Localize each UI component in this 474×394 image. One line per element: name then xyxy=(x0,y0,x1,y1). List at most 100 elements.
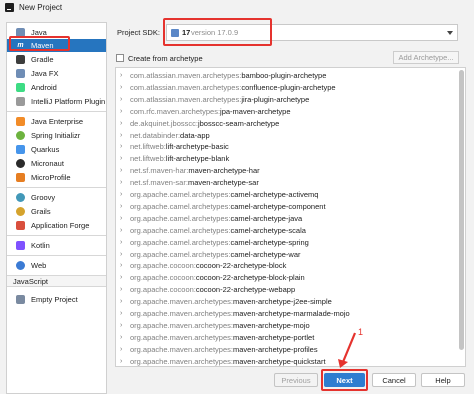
previous-button[interactable]: Previous xyxy=(274,373,318,387)
chevron-right-icon[interactable]: › xyxy=(120,70,122,82)
chevron-right-icon[interactable]: › xyxy=(120,308,122,320)
chevron-right-icon[interactable]: › xyxy=(120,249,122,261)
archetype-artifact: bamboo-plugin-archetype xyxy=(241,71,327,80)
cancel-button[interactable]: Cancel xyxy=(372,373,416,387)
sidebar-item-micronaut[interactable]: Micronaut xyxy=(7,157,106,170)
archetype-row[interactable]: › org.apache.cocoon:cocoon-22-archetype-b… xyxy=(116,272,456,284)
chevron-right-icon[interactable]: › xyxy=(120,284,122,296)
sidebar-section-javascript: JavaScript xyxy=(7,275,106,287)
archetype-artifact: cocoon-22-archetype-webapp xyxy=(195,285,296,295)
sidebar-item-empty-project[interactable]: Empty Project xyxy=(7,293,106,306)
archetype-row[interactable]: › org.apache.camel.archetypes:camel-arche… xyxy=(116,237,456,249)
archetype-row[interactable]: › net.liftweb:lift-archetype-blank xyxy=(116,153,456,165)
window-title: New Project xyxy=(19,3,63,12)
chevron-right-icon[interactable]: › xyxy=(120,260,122,272)
archetype-group: net.sf.maven-har: xyxy=(130,166,189,176)
archetype-row[interactable]: › org.apache.maven.archetypes:maven-arche… xyxy=(116,344,456,356)
archetype-list[interactable]: › com.atlassian.maven.archetypes:bamboo-p… xyxy=(115,67,466,367)
sidebar-item-kotlin[interactable]: Kotlin xyxy=(7,239,106,252)
chevron-right-icon[interactable]: › xyxy=(120,344,122,356)
chevron-right-icon[interactable]: › xyxy=(120,118,122,130)
chevron-down-icon[interactable] xyxy=(447,31,453,35)
archetype-row[interactable]: › org.apache.maven.archetypes:maven-arche… xyxy=(116,296,456,308)
sidebar-item-label: Android xyxy=(31,83,57,92)
chevron-right-icon[interactable]: › xyxy=(120,201,122,213)
archetype-group: net.databinder: xyxy=(130,130,181,140)
chevron-right-icon[interactable]: › xyxy=(120,153,122,165)
archetype-row[interactable]: › org.apache.camel.archetypes:camel-arche… xyxy=(116,213,456,225)
create-from-archetype-label[interactable]: Create from archetype xyxy=(128,54,203,63)
archetype-group: com.atlassian.maven.archetypes: xyxy=(130,71,242,80)
archetype-row[interactable]: › net.liftweb:lift-archetype-basic xyxy=(116,141,456,153)
chevron-right-icon[interactable]: › xyxy=(120,94,122,106)
chevron-right-icon[interactable]: › xyxy=(120,225,122,237)
chevron-right-icon[interactable]: › xyxy=(120,165,122,177)
archetype-artifact: data-app xyxy=(180,130,210,140)
archetype-row[interactable]: › net.sf.maven-har:maven-archetype-har xyxy=(116,165,456,177)
chevron-right-icon[interactable]: › xyxy=(120,237,122,249)
sidebar-item-application-forge[interactable]: Application Forge xyxy=(7,219,106,232)
archetype-row[interactable]: › org.apache.maven.archetypes:maven-arche… xyxy=(116,356,456,366)
chevron-right-icon[interactable]: › xyxy=(120,177,122,189)
archetype-row[interactable]: › org.apache.cocoon:cocoon-22-archetype-b… xyxy=(116,260,456,272)
archetype-row[interactable]: › com.atlassian.maven.archetypes:jira-plu… xyxy=(116,94,456,106)
sidebar-item-web[interactable]: Web xyxy=(7,259,106,272)
archetype-group: org.apache.maven.archetypes: xyxy=(130,344,233,354)
archetype-row[interactable]: › org.apache.maven.archetypes:maven-arche… xyxy=(116,320,456,332)
archetype-group: org.apache.camel.archetypes: xyxy=(130,201,231,211)
chevron-right-icon[interactable]: › xyxy=(120,141,122,153)
archetype-artifact: maven-archetype-marmalade-mojo xyxy=(232,309,350,318)
help-button[interactable]: Help xyxy=(421,373,465,387)
archetype-row[interactable]: › org.apache.maven.archetypes:maven-arche… xyxy=(116,308,456,320)
chevron-right-icon[interactable]: › xyxy=(120,82,122,94)
chevron-right-icon[interactable]: › xyxy=(120,272,122,284)
archetype-row[interactable]: › org.apache.cocoon:cocoon-22-archetype-w… xyxy=(116,284,456,296)
chevron-right-icon[interactable]: › xyxy=(120,356,122,366)
archetype-group: com.rfc.maven.archetypes: xyxy=(130,106,221,116)
archetype-row[interactable]: › net.sf.maven-sar:maven-archetype-sar xyxy=(116,177,456,189)
add-archetype-button[interactable]: Add Archetype... xyxy=(393,51,459,64)
archetype-row[interactable]: › org.apache.camel.archetypes:camel-arche… xyxy=(116,249,456,261)
sidebar-item-intellij-plugin[interactable]: IntelliJ Platform Plugin xyxy=(7,95,106,108)
archetype-group: org.apache.maven.archetypes: xyxy=(130,320,233,330)
android-icon xyxy=(16,83,25,92)
globe-icon xyxy=(16,261,25,270)
annotation-arrow-icon xyxy=(338,332,357,368)
sidebar-item-android[interactable]: Android xyxy=(7,81,106,94)
sidebar-item-groovy[interactable]: Groovy xyxy=(7,191,106,204)
sidebar-item-java-enterprise[interactable]: Java Enterprise xyxy=(7,115,106,128)
archetype-artifact: maven-archetype-j2ee-simple xyxy=(232,297,332,307)
sidebar-item-spring-initializr[interactable]: Spring Initializr xyxy=(7,129,106,142)
archetype-row[interactable]: › com.rfc.maven.archetypes:jpa-maven-arch… xyxy=(116,106,456,118)
archetype-row[interactable]: › org.apache.camel.archetypes:camel-arche… xyxy=(116,201,456,213)
sidebar-item-microprofile[interactable]: MicroProfile xyxy=(7,171,106,184)
archetype-row[interactable]: › org.apache.camel.archetypes:camel-arche… xyxy=(116,225,456,237)
archetype-artifact: maven-archetype-portlet xyxy=(232,332,315,342)
sidebar-divider xyxy=(7,255,106,256)
chevron-right-icon[interactable]: › xyxy=(120,130,122,142)
archetype-row[interactable]: › org.apache.maven.archetypes:maven-arche… xyxy=(116,332,456,344)
sidebar-item-quarkus[interactable]: Quarkus xyxy=(7,143,106,156)
archetype-row[interactable]: › de.akquinet.jbosscc:jbosscc-seam-archet… xyxy=(116,118,456,130)
highlight-box-next xyxy=(321,369,368,391)
chevron-right-icon[interactable]: › xyxy=(120,332,122,344)
archetype-group: net.sf.maven-sar: xyxy=(130,178,188,188)
archetype-artifact: maven-archetype-har xyxy=(188,166,260,176)
chevron-right-icon[interactable]: › xyxy=(120,189,122,201)
chevron-right-icon[interactable]: › xyxy=(120,213,122,225)
sidebar-item-gradle[interactable]: Gradle xyxy=(7,53,106,66)
archetype-row[interactable]: › com.atlassian.maven.archetypes:confluen… xyxy=(116,82,456,94)
scrollbar[interactable] xyxy=(459,70,464,350)
archetype-row[interactable]: › com.atlassian.maven.archetypes:bamboo-p… xyxy=(116,70,456,82)
chevron-right-icon[interactable]: › xyxy=(120,320,122,332)
archetype-artifact: cocoon-22-archetype-block xyxy=(195,261,287,271)
sidebar-item-grails[interactable]: Grails xyxy=(7,205,106,218)
chevron-right-icon[interactable]: › xyxy=(120,296,122,308)
create-from-archetype-checkbox[interactable] xyxy=(116,54,124,62)
archetype-row[interactable]: › org.apache.camel.archetypes:camel-arche… xyxy=(116,189,456,201)
sidebar-item-label: Micronaut xyxy=(31,159,64,168)
chevron-right-icon[interactable]: › xyxy=(120,106,122,118)
archetype-row[interactable]: › net.databinder:data-app xyxy=(116,130,456,142)
micronaut-icon xyxy=(16,159,25,168)
sidebar-item-javafx[interactable]: Java FX xyxy=(7,67,106,80)
